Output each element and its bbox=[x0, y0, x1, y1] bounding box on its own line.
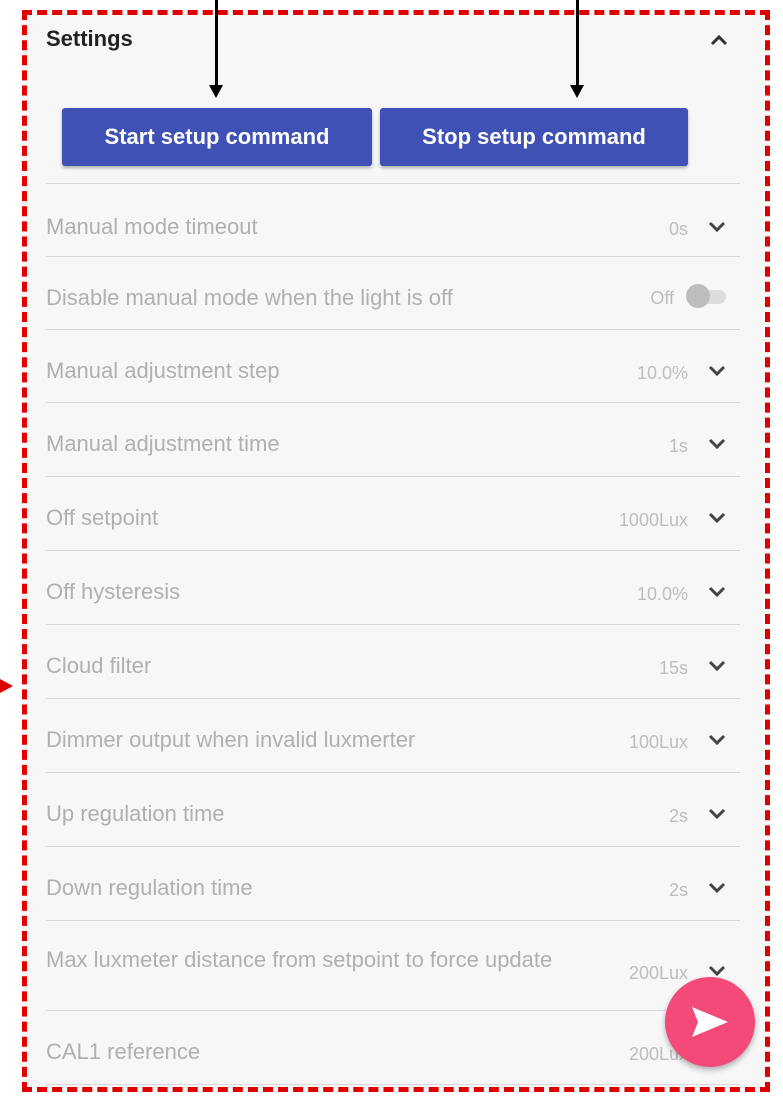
start-setup-button[interactable]: Start setup command bbox=[62, 108, 372, 166]
setting-row-manual-adjustment-step[interactable]: Manual adjustment step 10.0% bbox=[46, 329, 740, 402]
setting-value: 100Lux bbox=[628, 732, 688, 752]
setting-label: Max luxmeter distance from setpoint to f… bbox=[46, 947, 553, 972]
setting-row-manual-mode-timeout[interactable]: Manual mode timeout 0s bbox=[46, 183, 740, 256]
setting-value: 200Lux bbox=[628, 963, 688, 983]
chevron-down-icon[interactable] bbox=[708, 221, 726, 233]
setting-label: Up regulation time bbox=[46, 801, 225, 826]
toggle-state-text: Off bbox=[650, 288, 674, 308]
chevron-up-icon[interactable] bbox=[706, 30, 732, 50]
chevron-down-icon[interactable] bbox=[708, 734, 726, 746]
setting-label: Cloud filter bbox=[46, 653, 152, 678]
setting-row-max-luxmeter-distance[interactable]: Max luxmeter distance from setpoint to f… bbox=[46, 920, 740, 1010]
annotation-arrow-stop bbox=[576, 0, 579, 86]
chevron-down-icon[interactable] bbox=[708, 882, 726, 894]
setting-row-up-regulation-time[interactable]: Up regulation time 2s bbox=[46, 772, 740, 846]
setting-row-down-regulation-time[interactable]: Down regulation time 2s bbox=[46, 846, 740, 920]
setting-row-dimmer-output[interactable]: Dimmer output when invalid luxmerter 100… bbox=[46, 698, 740, 772]
setting-value: 2s bbox=[668, 806, 688, 826]
setting-row-off-hysteresis[interactable]: Off hysteresis 10.0% bbox=[46, 550, 740, 624]
setting-label: Manual adjustment time bbox=[46, 431, 280, 456]
setting-row-cloud-filter[interactable]: Cloud filter 15s bbox=[46, 624, 740, 698]
chevron-down-icon[interactable] bbox=[708, 438, 726, 450]
setting-row-manual-adjustment-time[interactable]: Manual adjustment time 1s bbox=[46, 402, 740, 476]
setting-value: 0s bbox=[668, 219, 688, 239]
setting-row-cal1-reference[interactable]: CAL1 reference 200Lux bbox=[46, 1010, 740, 1085]
chevron-down-icon[interactable] bbox=[708, 808, 726, 820]
send-icon bbox=[692, 1007, 728, 1037]
annotation-arrowhead-stop bbox=[570, 85, 584, 98]
setting-row-off-setpoint[interactable]: Off setpoint 1000Lux bbox=[46, 476, 740, 550]
setting-label: Off hysteresis bbox=[46, 579, 181, 604]
setting-label: Manual mode timeout bbox=[46, 214, 258, 239]
setting-value: 2s bbox=[668, 880, 688, 900]
setting-row-disable-manual-mode[interactable]: Disable manual mode when the light is of… bbox=[46, 256, 740, 329]
settings-list: Manual mode timeout 0s Disable manual mo… bbox=[46, 183, 740, 1085]
setting-value: 15s bbox=[658, 658, 688, 678]
setting-value: 1s bbox=[668, 436, 688, 456]
settings-title: Settings bbox=[46, 26, 133, 51]
chevron-down-icon[interactable] bbox=[708, 660, 726, 672]
setting-label: Dimmer output when invalid luxmerter bbox=[46, 727, 416, 752]
setting-value: 10.0% bbox=[636, 584, 688, 604]
setting-label: Manual adjustment step bbox=[46, 358, 280, 383]
setting-label: Disable manual mode when the light is of… bbox=[46, 285, 453, 310]
chevron-down-icon[interactable] bbox=[708, 365, 726, 377]
annotation-arrow-start bbox=[215, 0, 218, 86]
setting-label: Off setpoint bbox=[46, 505, 159, 530]
annotation-arrowhead-start bbox=[209, 85, 223, 98]
annotation-arrow-left bbox=[0, 679, 13, 693]
chevron-down-icon[interactable] bbox=[708, 965, 726, 977]
stop-setup-button[interactable]: Stop setup command bbox=[380, 108, 688, 166]
setting-value: 10.0% bbox=[636, 363, 688, 383]
setting-value: 1000Lux bbox=[618, 510, 688, 530]
setting-label: Down regulation time bbox=[46, 875, 253, 900]
send-fab[interactable] bbox=[665, 977, 755, 1067]
toggle-switch[interactable] bbox=[686, 284, 726, 308]
setting-label: CAL1 reference bbox=[46, 1039, 201, 1064]
chevron-down-icon[interactable] bbox=[708, 512, 726, 524]
chevron-down-icon[interactable] bbox=[708, 586, 726, 598]
